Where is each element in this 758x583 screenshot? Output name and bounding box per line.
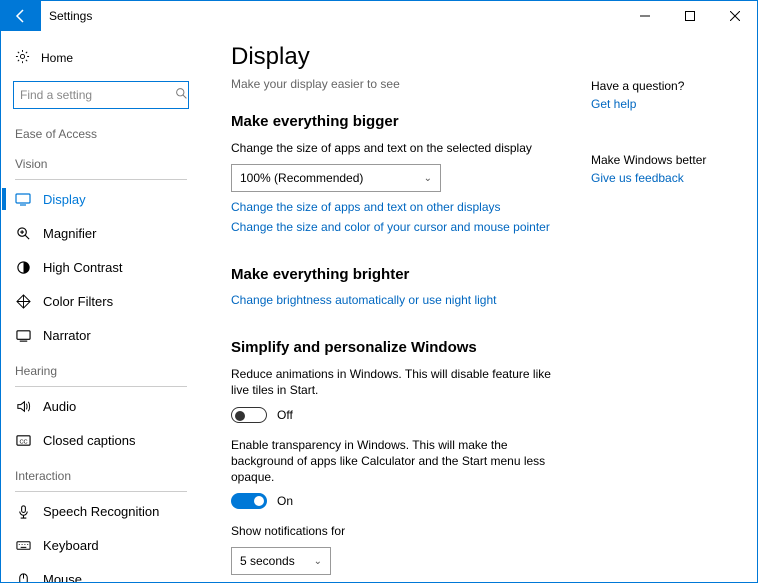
scale-dropdown[interactable]: 100% (Recommended) ⌄	[231, 164, 441, 192]
nav-label: Audio	[43, 399, 76, 414]
group-ease-of-access: Ease of Access	[1, 121, 201, 145]
svg-text:CC: CC	[19, 439, 27, 445]
main-panel: Display Make your display easier to see …	[201, 31, 757, 582]
nav-label: Display	[43, 192, 86, 207]
group-vision: Vision	[1, 151, 201, 175]
closed-captions-icon: CC	[15, 433, 31, 448]
link-other-displays[interactable]: Change the size of apps and text on othe…	[231, 200, 571, 214]
nav-mouse[interactable]: Mouse	[1, 562, 201, 582]
audio-icon	[15, 399, 31, 414]
keyboard-icon	[15, 538, 31, 553]
nav-label: Narrator	[43, 328, 91, 343]
question-heading: Have a question?	[591, 79, 731, 93]
group-hearing: Hearing	[1, 358, 201, 382]
search-field[interactable]	[20, 88, 175, 102]
nav-label: Closed captions	[43, 433, 136, 448]
page-title: Display	[231, 43, 571, 71]
nav-label: Color Filters	[43, 294, 113, 309]
notifications-dropdown[interactable]: 5 seconds ⌄	[231, 547, 331, 575]
sidebar: Home Ease of Access Vision Display Magni	[1, 31, 201, 582]
nav-label: Speech Recognition	[43, 504, 159, 519]
chevron-down-icon: ⌄	[424, 173, 432, 184]
nav-color-filters[interactable]: Color Filters	[1, 284, 201, 318]
maximize-button[interactable]	[667, 1, 712, 31]
link-get-help[interactable]: Get help	[591, 97, 731, 111]
separator	[15, 386, 187, 387]
home-button[interactable]: Home	[1, 41, 201, 75]
scale-value: 100% (Recommended)	[240, 171, 363, 185]
back-button[interactable]	[1, 1, 41, 31]
nav-high-contrast[interactable]: High Contrast	[1, 250, 201, 284]
link-cursor[interactable]: Change the size and color of your cursor…	[231, 220, 571, 234]
section-bigger: Make everything bigger	[231, 113, 571, 130]
mouse-icon	[15, 572, 31, 583]
bigger-desc: Change the size of apps and text on the …	[231, 140, 571, 156]
nav-narrator[interactable]: Narrator	[1, 318, 201, 352]
color-filters-icon	[15, 294, 31, 309]
notifications-label: Show notifications for	[231, 523, 571, 539]
transparency-desc: Enable transparency in Windows. This wil…	[231, 437, 571, 486]
section-brighter: Make everything brighter	[231, 266, 571, 283]
animations-state: Off	[277, 408, 293, 422]
group-interaction: Interaction	[1, 463, 201, 487]
nav-keyboard[interactable]: Keyboard	[1, 528, 201, 562]
animations-desc: Reduce animations in Windows. This will …	[231, 366, 571, 398]
section-simplify: Simplify and personalize Windows	[231, 339, 571, 356]
nav-closed-captions[interactable]: CC Closed captions	[1, 423, 201, 457]
nav-magnifier[interactable]: Magnifier	[1, 216, 201, 250]
page-subtitle: Make your display easier to see	[231, 77, 571, 91]
transparency-state: On	[277, 494, 293, 508]
separator	[15, 179, 187, 180]
separator	[15, 491, 187, 492]
chevron-down-icon: ⌄	[314, 556, 322, 567]
better-heading: Make Windows better	[591, 153, 731, 167]
home-label: Home	[41, 51, 73, 65]
narrator-icon	[15, 328, 31, 343]
nav-label: Mouse	[43, 572, 82, 583]
high-contrast-icon	[15, 260, 31, 275]
nav-display[interactable]: Display	[1, 182, 201, 216]
search-input[interactable]	[13, 81, 189, 109]
minimize-button[interactable]	[622, 1, 667, 31]
close-button[interactable]	[712, 1, 757, 31]
magnifier-icon	[15, 226, 31, 241]
link-feedback[interactable]: Give us feedback	[591, 171, 731, 185]
titlebar: Settings	[1, 1, 757, 31]
link-brightness[interactable]: Change brightness automatically or use n…	[231, 293, 571, 307]
notifications-value: 5 seconds	[240, 554, 295, 568]
microphone-icon	[15, 504, 31, 519]
nav-label: Magnifier	[43, 226, 96, 241]
display-icon	[15, 191, 31, 207]
nav-speech-recognition[interactable]: Speech Recognition	[1, 494, 201, 528]
transparency-toggle[interactable]	[231, 493, 267, 509]
nav-audio[interactable]: Audio	[1, 389, 201, 423]
nav-label: High Contrast	[43, 260, 122, 275]
app-title: Settings	[41, 9, 92, 23]
search-icon	[175, 87, 188, 103]
gear-icon	[15, 49, 31, 67]
animations-toggle[interactable]	[231, 407, 267, 423]
nav-label: Keyboard	[43, 538, 99, 553]
